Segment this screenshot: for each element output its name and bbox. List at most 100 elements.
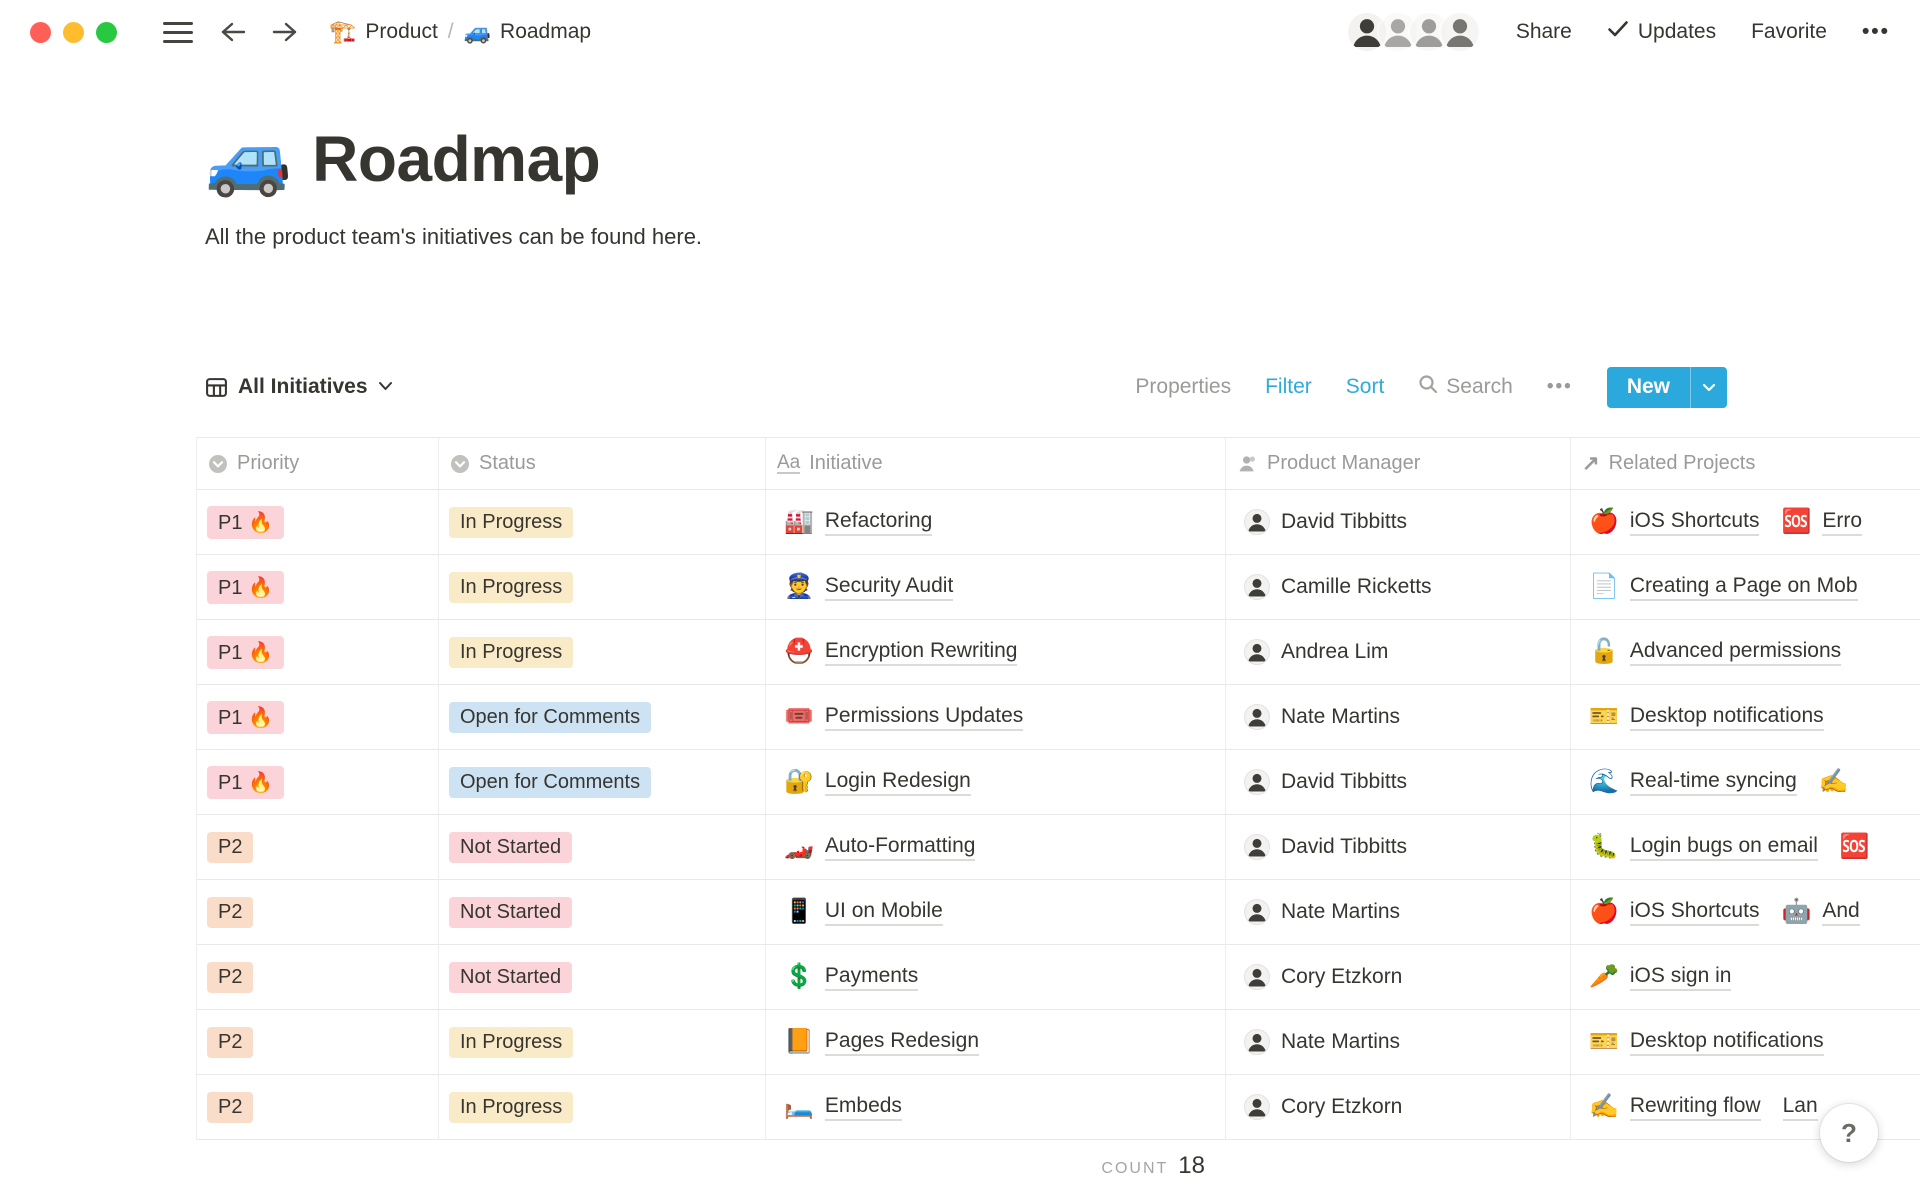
status-tag[interactable]: Not Started: [449, 832, 572, 863]
new-button[interactable]: New: [1607, 367, 1727, 408]
priority-tag[interactable]: P1 🔥: [207, 766, 284, 799]
back-arrow-icon[interactable]: [219, 20, 247, 44]
status-tag[interactable]: In Progress: [449, 637, 573, 668]
related-project-link[interactable]: Rewriting flow: [1630, 1094, 1761, 1121]
status-tag[interactable]: In Progress: [449, 507, 573, 538]
breadcrumb-item-product[interactable]: 🏗️ Product: [329, 20, 438, 44]
page-emoji-icon: ✍️: [1819, 770, 1849, 794]
pm-cell[interactable]: David Tibbitts: [1226, 490, 1571, 554]
related-project-link[interactable]: iOS Shortcuts: [1630, 899, 1760, 926]
initiative-link[interactable]: Refactoring: [825, 509, 932, 536]
priority-tag[interactable]: P2: [207, 962, 253, 993]
initiative-link[interactable]: Login Redesign: [825, 769, 971, 796]
avatar: [1244, 509, 1270, 535]
initiative-link[interactable]: Embeds: [825, 1094, 902, 1121]
related-project-link[interactable]: Lan: [1783, 1094, 1818, 1121]
new-dropdown-chevron-icon[interactable]: [1691, 367, 1727, 408]
priority-tag[interactable]: P2: [207, 1092, 253, 1123]
minimize-window-button[interactable]: [63, 22, 84, 43]
column-header-priority[interactable]: Priority: [197, 438, 439, 489]
view-more-options-icon[interactable]: •••: [1547, 376, 1573, 398]
priority-tag[interactable]: P2: [207, 832, 253, 863]
status-tag[interactable]: Open for Comments: [449, 702, 651, 733]
priority-tag[interactable]: P1 🔥: [207, 506, 284, 539]
avatar: [1244, 704, 1270, 730]
column-header-initiative[interactable]: Aa Initiative: [766, 438, 1226, 489]
related-project-link[interactable]: Real-time syncing: [1630, 769, 1797, 796]
more-options-icon[interactable]: •••: [1862, 20, 1890, 44]
view-selector[interactable]: All Initiatives: [205, 375, 393, 399]
status-tag[interactable]: In Progress: [449, 572, 573, 603]
initiative-link[interactable]: Security Audit: [825, 574, 953, 601]
initiative-link[interactable]: Permissions Updates: [825, 704, 1023, 731]
pm-cell[interactable]: Camille Ricketts: [1226, 555, 1571, 619]
status-tag[interactable]: Not Started: [449, 962, 572, 993]
initiative-link[interactable]: Encryption Rewriting: [825, 639, 1018, 666]
column-header-status[interactable]: Initiative Status: [439, 438, 766, 489]
pm-cell[interactable]: Cory Etzkorn: [1226, 1075, 1571, 1139]
related-project-link[interactable]: Login bugs on email: [1630, 834, 1818, 861]
pm-cell[interactable]: David Tibbitts: [1226, 815, 1571, 879]
priority-tag[interactable]: P1 🔥: [207, 701, 284, 734]
updates-button[interactable]: Updates: [1607, 20, 1716, 44]
pm-cell[interactable]: Andrea Lim: [1226, 620, 1571, 684]
status-tag[interactable]: Not Started: [449, 897, 572, 928]
share-button[interactable]: Share: [1516, 20, 1572, 44]
select-property-icon: [208, 454, 228, 474]
status-tag[interactable]: In Progress: [449, 1092, 573, 1123]
favorite-button[interactable]: Favorite: [1751, 20, 1827, 44]
priority-tag[interactable]: P1 🔥: [207, 571, 284, 604]
priority-tag[interactable]: P2: [207, 1027, 253, 1058]
related-project-link[interactable]: iOS sign in: [1630, 964, 1732, 991]
related-project-link[interactable]: Creating a Page on Mob: [1630, 574, 1858, 601]
title-property-icon: Aa: [777, 453, 800, 475]
search-button[interactable]: Search: [1418, 374, 1513, 400]
pm-cell[interactable]: David Tibbitts: [1226, 750, 1571, 814]
priority-tag[interactable]: P2: [207, 897, 253, 928]
pm-name: Cory Etzkorn: [1281, 1095, 1402, 1119]
pm-cell[interactable]: Nate Martins: [1226, 685, 1571, 749]
table-row: P2 Not Started 📱UI on Mobile Nate Martin…: [196, 880, 1920, 945]
avatar: [1244, 1094, 1270, 1120]
properties-button[interactable]: Properties: [1135, 375, 1231, 399]
related-project-link[interactable]: Desktop notifications: [1630, 704, 1824, 731]
initiative-link[interactable]: Pages Redesign: [825, 1029, 979, 1056]
priority-tag[interactable]: P1 🔥: [207, 636, 284, 669]
forward-arrow-icon[interactable]: [271, 20, 299, 44]
help-button[interactable]: ?: [1820, 1104, 1878, 1162]
column-header-related-projects[interactable]: ↗ Related Projects: [1571, 438, 1920, 489]
page-description[interactable]: All the product team's initiatives can b…: [205, 224, 702, 250]
collaborator-avatars[interactable]: [1346, 11, 1481, 53]
initiative-link[interactable]: Payments: [825, 964, 918, 991]
initiative-link[interactable]: Auto-Formatting: [825, 834, 976, 861]
related-project-link[interactable]: iOS Shortcuts: [1630, 509, 1760, 536]
notion-window: 🏗️ Product / 🚙 Roadmap Share Updates: [0, 0, 1920, 1200]
related-project-link[interactable]: And: [1822, 899, 1859, 926]
page-title[interactable]: Roadmap: [312, 122, 600, 196]
sidebar-menu-icon[interactable]: [163, 22, 193, 43]
breadcrumb-item-roadmap[interactable]: 🚙 Roadmap: [464, 20, 591, 44]
initiative-link[interactable]: UI on Mobile: [825, 899, 943, 926]
close-window-button[interactable]: [30, 22, 51, 43]
table-count[interactable]: COUNT18: [196, 1152, 1215, 1180]
filter-button[interactable]: Filter: [1265, 375, 1312, 399]
status-tag[interactable]: In Progress: [449, 1027, 573, 1058]
page-emoji-icon: 🔓: [1589, 640, 1619, 664]
pm-cell[interactable]: Cory Etzkorn: [1226, 945, 1571, 1009]
pm-cell[interactable]: Nate Martins: [1226, 1010, 1571, 1074]
sort-button[interactable]: Sort: [1346, 375, 1385, 399]
column-header-product-manager[interactable]: Product Manager: [1226, 438, 1571, 489]
pm-name: Nate Martins: [1281, 1030, 1400, 1054]
view-toolbar: All Initiatives Properties Filter Sort S…: [205, 364, 1727, 410]
status-tag[interactable]: Open for Comments: [449, 767, 651, 798]
related-project-link[interactable]: Erro: [1822, 509, 1862, 536]
page-icon[interactable]: 🚙: [205, 124, 292, 194]
pm-name: Nate Martins: [1281, 705, 1400, 729]
zoom-window-button[interactable]: [96, 22, 117, 43]
related-project-link[interactable]: Advanced permissions: [1630, 639, 1841, 666]
avatar: [1244, 834, 1270, 860]
pm-cell[interactable]: Nate Martins: [1226, 880, 1571, 944]
related-project-link[interactable]: Desktop notifications: [1630, 1029, 1824, 1056]
page-emoji-icon: 🆘: [1840, 835, 1870, 859]
construction-crane-icon: 🏗️: [329, 21, 356, 43]
